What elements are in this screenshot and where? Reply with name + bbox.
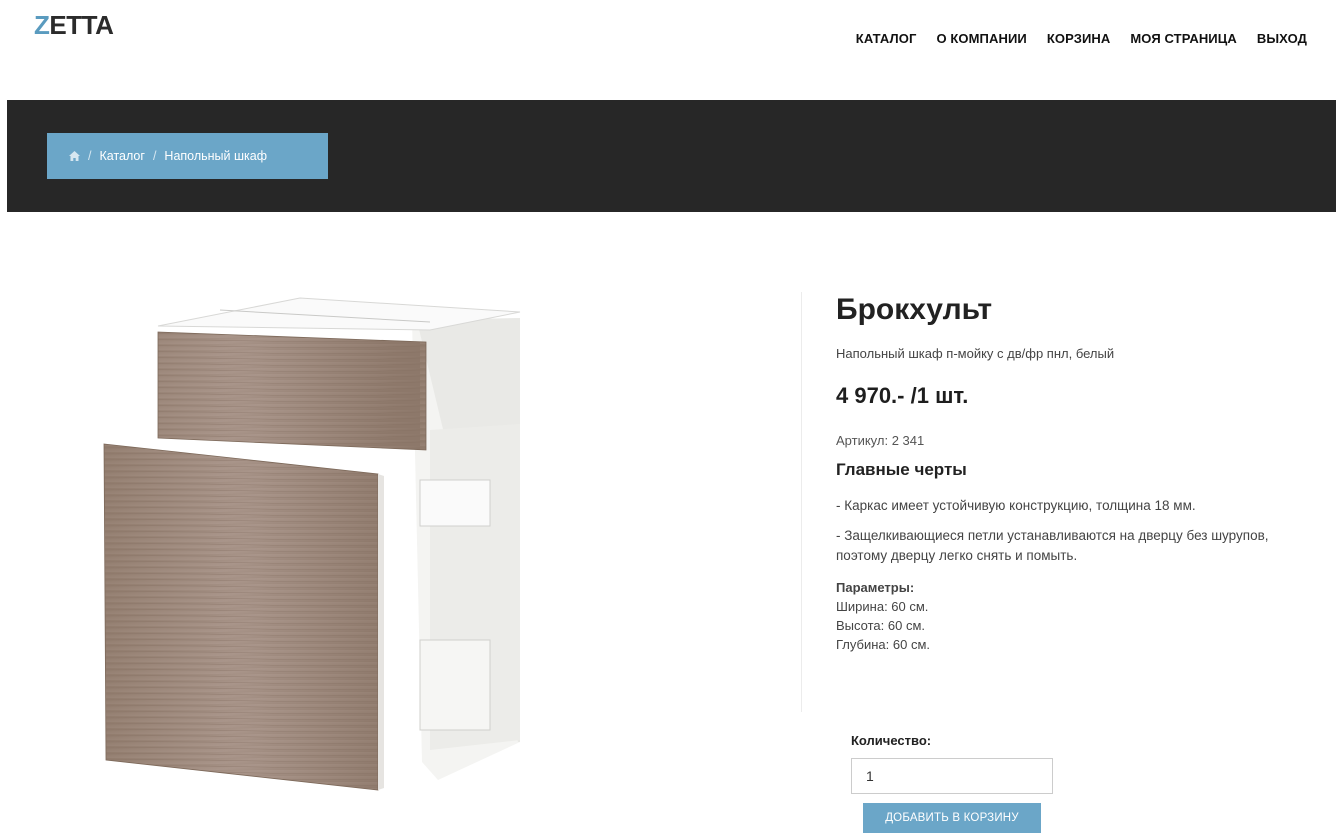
product-subtitle: Напольный шкаф п-мойку с дв/фр пнл, белы…	[836, 346, 1115, 361]
feature-item: - Защелкивающиеся петли устанавливаются …	[836, 528, 1269, 563]
param-depth: Глубина: 60 см.	[836, 637, 931, 652]
logo[interactable]: ZETTA	[34, 10, 114, 41]
add-to-cart-button[interactable]: ДОБАВИТЬ В КОРЗИНУ	[863, 803, 1041, 833]
product-info: Брокхульт Напольный шкаф п-мойку с дв/фр…	[836, 290, 1306, 654]
feature-item: - Каркас имеет устойчивую конструкцию, т…	[836, 498, 1196, 513]
breadcrumb-separator: /	[152, 149, 157, 163]
logo-first-letter: Z	[34, 10, 50, 40]
product-image	[103, 297, 521, 791]
page-banner: / Каталог / Напольный шкаф	[7, 100, 1336, 212]
product-price: 4 970.- /1 шт.	[836, 383, 969, 408]
logo-rest: ETTA	[49, 10, 114, 40]
nav-catalog[interactable]: КАТАЛОГ	[856, 31, 917, 46]
quantity-input[interactable]	[851, 758, 1053, 794]
param-height: Высота: 60 см.	[836, 618, 925, 633]
params-title: Параметры:	[836, 580, 915, 595]
main-nav: КАТАЛОГ О КОМПАНИИ КОРЗИНА МОЯ СТРАНИЦА …	[856, 31, 1307, 46]
quantity-label: Количество:	[851, 733, 932, 748]
params-block: Параметры: Ширина: 60 см. Высота: 60 см.…	[836, 578, 1306, 654]
breadcrumb-separator: /	[88, 149, 92, 163]
content-divider	[801, 292, 802, 712]
breadcrumb-catalog[interactable]: Каталог	[99, 149, 144, 163]
nav-cart[interactable]: КОРЗИНА	[1047, 31, 1111, 46]
product-title: Брокхульт	[836, 293, 993, 326]
features-title: Главные черты	[836, 460, 967, 479]
home-icon[interactable]	[69, 151, 80, 161]
param-width: Ширина: 60 см.	[836, 599, 929, 614]
product-sku: Артикул: 2 341	[836, 433, 925, 448]
breadcrumb-current: Напольный шкаф	[164, 149, 268, 163]
nav-about[interactable]: О КОМПАНИИ	[936, 31, 1026, 46]
breadcrumb: / Каталог / Напольный шкаф	[47, 133, 328, 179]
nav-my-page[interactable]: МОЯ СТРАНИЦА	[1130, 31, 1236, 46]
nav-logout[interactable]: ВЫХОД	[1257, 31, 1307, 46]
